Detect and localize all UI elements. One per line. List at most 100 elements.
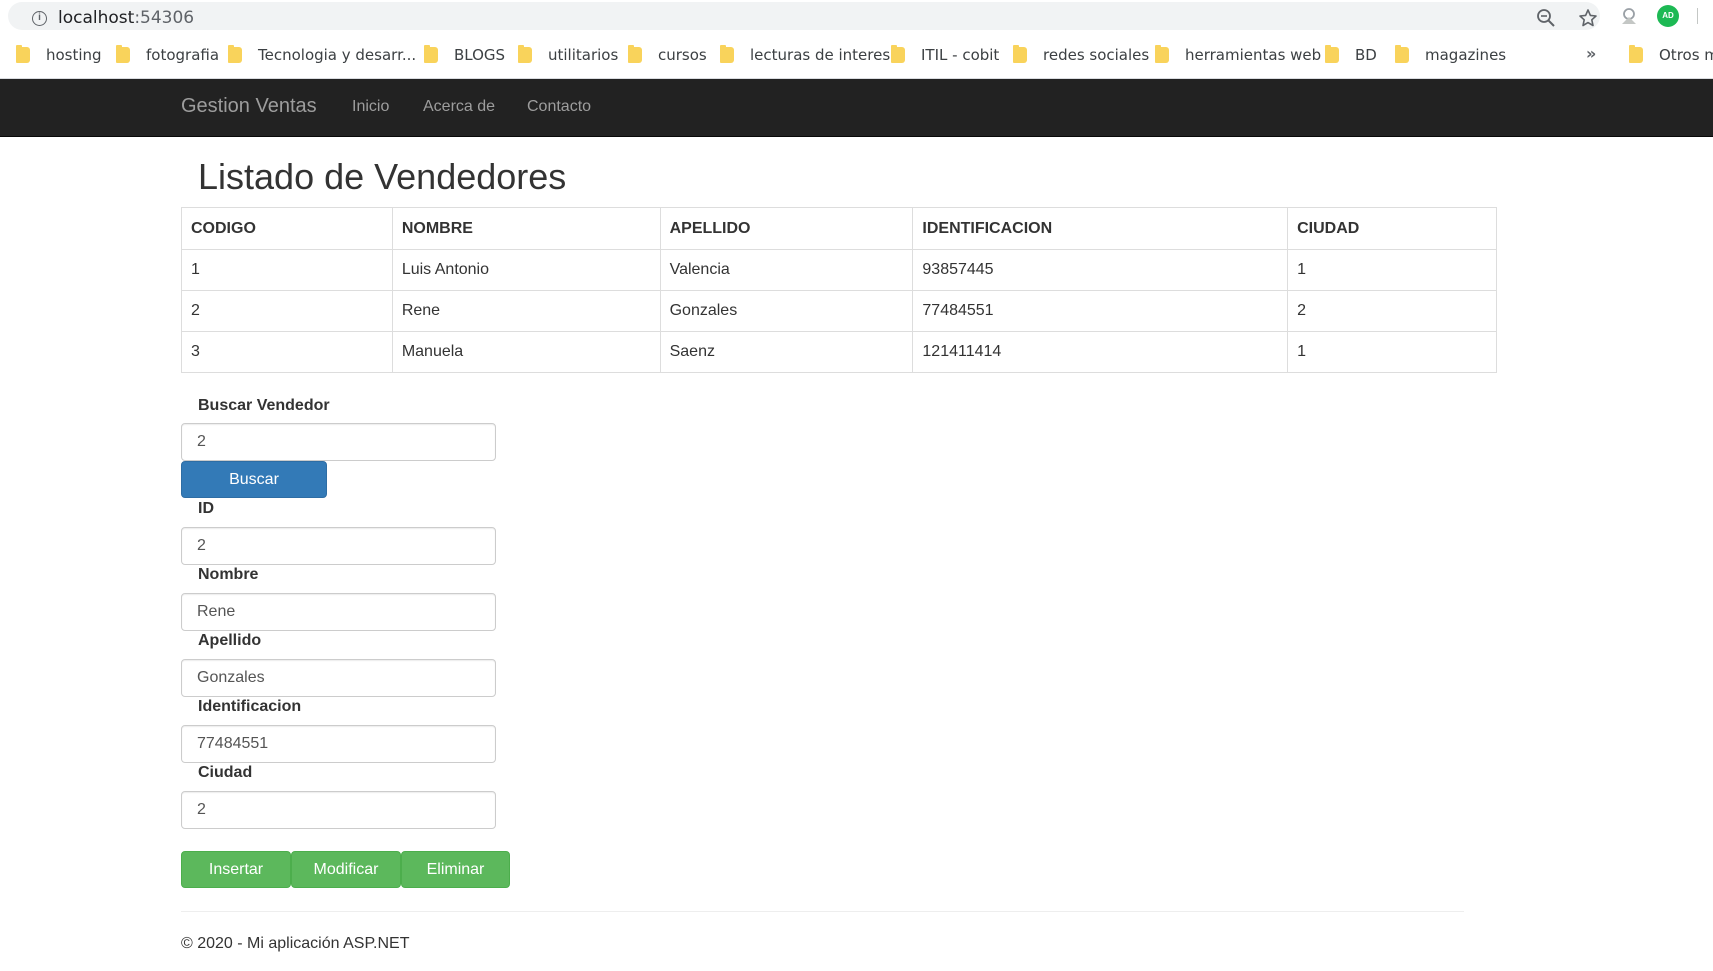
cell-nombre: Rene	[391, 290, 661, 332]
bookmark-star-icon[interactable]	[1578, 8, 1598, 28]
folder-icon	[518, 45, 532, 63]
brand-link[interactable]: Gestion Ventas	[181, 95, 317, 118]
folder-icon	[891, 45, 905, 63]
url-host: localhost	[58, 8, 135, 28]
folder-icon	[1629, 45, 1643, 63]
sellers-table: CODIGO NOMBRE APELLIDO IDENTIFICACION CI…	[181, 207, 1497, 373]
cell-apellido: Valencia	[659, 249, 914, 291]
apellido-field[interactable]	[181, 659, 496, 697]
insert-button[interactable]: Insertar	[181, 851, 291, 888]
column-header-nombre: NOMBRE	[391, 207, 661, 250]
url-text[interactable]: localhost:54306	[58, 8, 194, 28]
page-title: Listado de Vendedores	[198, 156, 567, 197]
profile-avatar[interactable]: AD	[1657, 5, 1679, 27]
nav-link-contacto[interactable]: Contacto	[527, 98, 591, 116]
cell-codigo: 3	[181, 331, 393, 373]
cell-nombre: Luis Antonio	[391, 249, 661, 291]
cell-apellido: Gonzales	[659, 290, 914, 332]
bookmark-label: magazines	[1425, 46, 1507, 64]
bookmark-utilitarios[interactable]: utilitarios	[518, 44, 618, 66]
identificacion-field[interactable]	[181, 725, 496, 763]
folder-icon	[1325, 45, 1339, 63]
search-input[interactable]	[181, 423, 496, 461]
apellido-label: Apellido	[198, 632, 262, 649]
cell-apellido: Saenz	[659, 331, 914, 373]
folder-icon	[720, 45, 734, 63]
bookmarks-overflow-button[interactable]: »	[1586, 44, 1596, 63]
folder-icon	[424, 45, 438, 63]
identificacion-label: Identificacion	[198, 698, 302, 715]
extension-icon[interactable]	[1619, 6, 1639, 26]
browser-address-bar: i localhost:54306 AD	[0, 0, 1713, 32]
footer-copyright: © 2020 - Mi aplicación ASP.NET	[181, 935, 410, 952]
omnibox[interactable]: i localhost:54306	[8, 2, 1600, 30]
footer-divider	[181, 911, 1464, 912]
column-header-apellido: APELLIDO	[659, 207, 914, 250]
nav-link-acerca-de[interactable]: Acerca de	[423, 98, 495, 116]
folder-icon	[628, 45, 642, 63]
bookmark-label: cursos	[658, 46, 707, 64]
table-row: 3 Manuela Saenz 121411414 1	[181, 331, 1497, 373]
folder-icon	[116, 45, 130, 63]
bookmark-label: utilitarios	[548, 46, 619, 64]
id-field[interactable]	[181, 527, 496, 565]
nombre-label: Nombre	[198, 566, 259, 583]
bookmark-herramientas[interactable]: herramientas web	[1155, 44, 1321, 66]
column-header-ciudad: CIUDAD	[1287, 207, 1497, 250]
nombre-field[interactable]	[181, 593, 496, 631]
cell-ciudad: 1	[1287, 249, 1497, 291]
search-button[interactable]: Buscar	[181, 461, 327, 498]
bookmark-label: herramientas web	[1185, 46, 1322, 64]
bookmark-cursos[interactable]: cursos	[628, 44, 707, 66]
bookmark-otros[interactable]: Otros ma	[1629, 44, 1713, 66]
table-row: 1 Luis Antonio Valencia 93857445 1	[181, 249, 1497, 291]
bookmark-hosting[interactable]: hosting	[16, 44, 102, 66]
cell-ciudad: 1	[1287, 331, 1497, 373]
folder-icon	[1155, 45, 1169, 63]
ciudad-label: Ciudad	[198, 764, 253, 781]
cell-identificacion: 77484551	[912, 290, 1289, 332]
bookmark-label: Tecnologia y desarr...	[258, 46, 417, 64]
update-button[interactable]: Modificar	[291, 851, 401, 888]
bookmark-label: ITIL - cobit	[921, 46, 1000, 64]
bookmark-label: redes sociales	[1043, 46, 1150, 64]
cell-identificacion: 93857445	[912, 249, 1289, 291]
bookmark-lecturas[interactable]: lecturas de interes	[720, 44, 890, 66]
folder-icon	[16, 45, 30, 63]
bookmark-label: lecturas de interes	[750, 46, 891, 64]
ciudad-field[interactable]	[181, 791, 496, 829]
bookmark-tecnologia[interactable]: Tecnologia y desarr...	[228, 44, 416, 66]
bookmark-fotografia[interactable]: fotografia	[116, 44, 219, 66]
bookmark-bd[interactable]: BD	[1325, 44, 1377, 66]
bookmark-label: BLOGS	[454, 46, 506, 64]
id-label: ID	[198, 500, 214, 517]
bookmark-magazines[interactable]: magazines	[1395, 44, 1506, 66]
nav-link-inicio[interactable]: Inicio	[352, 98, 389, 116]
cell-codigo: 1	[181, 249, 393, 291]
site-navbar: Gestion Ventas Inicio Acerca de Contacto	[0, 79, 1713, 137]
bookmark-label: fotografia	[146, 46, 220, 64]
bookmark-label: hosting	[46, 46, 102, 64]
folder-icon	[1395, 45, 1409, 63]
table-header-row: CODIGO NOMBRE APELLIDO IDENTIFICACION CI…	[181, 207, 1497, 250]
column-header-codigo: CODIGO	[181, 207, 393, 250]
cell-codigo: 2	[181, 290, 393, 332]
bookmark-blogs[interactable]: BLOGS	[424, 44, 505, 66]
site-info-icon[interactable]: i	[32, 11, 47, 26]
cell-nombre: Manuela	[391, 331, 661, 373]
zoom-icon[interactable]	[1536, 8, 1556, 28]
folder-icon	[1013, 45, 1027, 63]
bookmarks-bar: hosting fotografia Tecnologia y desarr..…	[0, 32, 1713, 79]
url-port: :54306	[134, 8, 195, 28]
bookmark-label: Otros ma	[1659, 46, 1713, 64]
bookmark-label: BD	[1355, 46, 1377, 64]
bookmark-redes-sociales[interactable]: redes sociales	[1013, 44, 1149, 66]
search-label: Buscar Vendedor	[198, 397, 330, 414]
cell-identificacion: 121411414	[912, 331, 1289, 373]
cell-ciudad: 2	[1287, 290, 1497, 332]
table-row: 2 Rene Gonzales 77484551 2	[181, 290, 1497, 332]
bookmark-itil[interactable]: ITIL - cobit	[891, 44, 999, 66]
column-header-identificacion: IDENTIFICACION	[912, 207, 1289, 250]
delete-button[interactable]: Eliminar	[401, 851, 510, 888]
folder-icon	[228, 45, 242, 63]
